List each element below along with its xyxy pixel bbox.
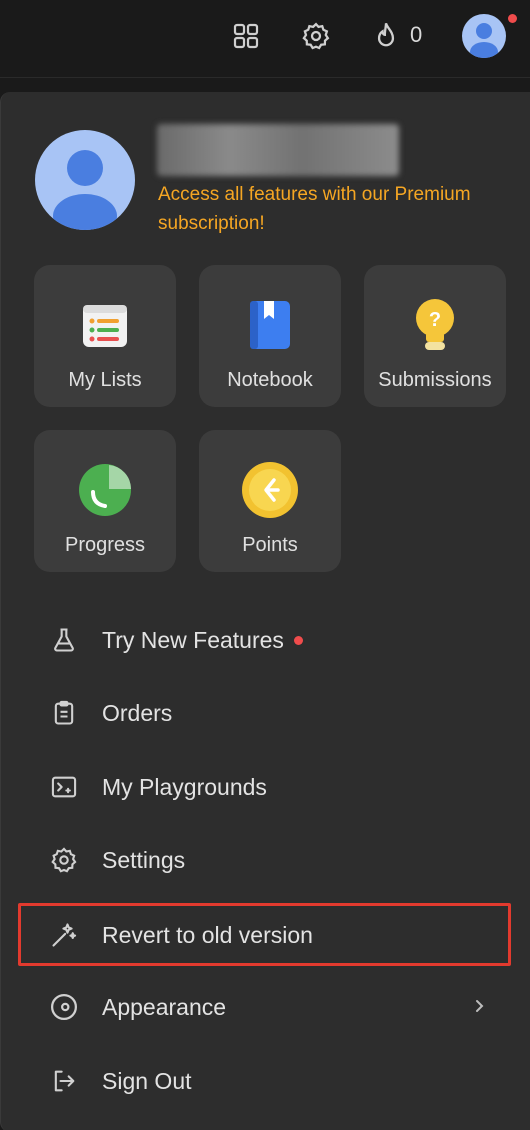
tile-label: My Lists (68, 369, 142, 391)
menu-label: My Playgrounds (102, 773, 267, 800)
svg-text:?: ? (429, 309, 441, 331)
chevron-right-icon (476, 1000, 484, 1012)
menu-settings[interactable]: Settings (21, 829, 511, 891)
streak-count: 0 (410, 22, 423, 47)
highlight-frame (18, 903, 511, 966)
avatar[interactable] (462, 14, 506, 58)
tile-points[interactable]: Points (199, 430, 341, 572)
pie-chart-icon (75, 460, 135, 520)
gear-icon (47, 843, 81, 877)
top-bar: 0 (0, 0, 530, 78)
username-redacted (157, 124, 399, 176)
tile-label: Points (242, 534, 298, 556)
notification-dot (508, 14, 517, 23)
menu-label: Try New Features (102, 626, 284, 653)
menu-label: Settings (102, 846, 186, 873)
user-menu-panel: Access all features with our Premium sub… (0, 92, 530, 1130)
gear-icon[interactable] (300, 20, 332, 52)
menu-revert-to-old-version[interactable]: Revert to old version (18, 903, 511, 966)
menu-sign-out[interactable]: Sign Out (21, 1050, 511, 1112)
menu-orders[interactable]: Orders (21, 682, 511, 744)
new-feature-dot (293, 635, 303, 645)
menu-my-playgrounds[interactable]: My Playgrounds (21, 756, 511, 818)
list-icon (75, 295, 135, 355)
tile-my-lists[interactable]: My Lists (34, 265, 176, 407)
sign-out-icon (47, 1064, 81, 1098)
flame-icon[interactable] (370, 20, 402, 52)
terminal-icon (47, 770, 81, 804)
tile-submissions[interactable]: ? Submissions (364, 265, 506, 407)
flask-icon (47, 623, 81, 657)
tile-label: Notebook (227, 369, 313, 391)
lightbulb-icon: ? (405, 295, 465, 355)
tile-notebook[interactable]: Notebook (199, 265, 341, 407)
profile-avatar[interactable] (35, 130, 135, 230)
menu-label: Orders (102, 699, 173, 726)
apps-grid-icon[interactable] (230, 20, 262, 52)
tile-label: Submissions (378, 369, 492, 391)
tile-label: Progress (64, 534, 146, 556)
menu-label: Appearance (102, 993, 227, 1020)
menu-appearance[interactable]: Appearance (21, 976, 511, 1038)
notebook-icon (240, 295, 300, 355)
appearance-icon (47, 990, 81, 1024)
menu-try-new-features[interactable]: Try New Features (21, 609, 511, 671)
premium-link[interactable]: Access all features with our Premium sub… (158, 180, 478, 238)
coin-icon (240, 460, 300, 520)
clipboard-icon (47, 696, 81, 730)
tile-progress[interactable]: Progress (34, 430, 176, 572)
menu-label: Sign Out (102, 1067, 192, 1094)
